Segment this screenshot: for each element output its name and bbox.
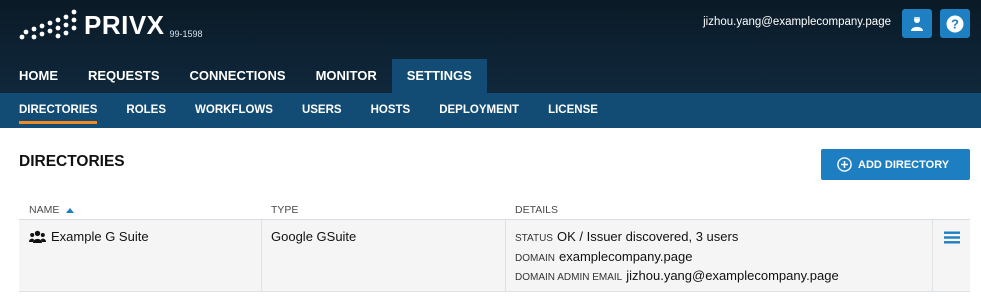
table-header: NAME TYPE DETAILS xyxy=(19,200,970,220)
page-title: DIRECTORIES xyxy=(19,153,125,170)
add-directory-label: ADD DIRECTORY xyxy=(858,158,950,171)
subtab-users[interactable]: USERS xyxy=(302,93,342,128)
sort-asc-icon xyxy=(66,207,75,213)
detail-domain: DOMAIN examplecompany.page xyxy=(515,248,932,268)
tab-connections[interactable]: CONNECTIONS xyxy=(175,59,301,93)
settings-sub-nav: DIRECTORIES ROLES WORKFLOWS USERS HOSTS … xyxy=(0,93,981,128)
directory-name: Example G Suite xyxy=(51,229,149,244)
tab-settings[interactable]: SETTINGS xyxy=(391,59,487,93)
user-icon xyxy=(911,16,923,31)
group-icon xyxy=(29,230,46,243)
tab-monitor[interactable]: MONITOR xyxy=(301,59,392,93)
detail-status-label: STATUS xyxy=(515,233,553,244)
user-profile-button[interactable] xyxy=(902,9,932,38)
privx-logo[interactable]: PRIVX 99-1598 xyxy=(19,8,203,40)
directories-table: NAME TYPE DETAILS Example G Suite Google… xyxy=(19,200,970,292)
plus-circle-icon xyxy=(837,157,852,172)
subtab-hosts[interactable]: HOSTS xyxy=(371,93,411,128)
cell-name: Example G Suite xyxy=(19,220,262,291)
column-header-name[interactable]: NAME xyxy=(19,200,262,219)
subtab-roles[interactable]: ROLES xyxy=(126,93,166,128)
detail-domain-value: examplecompany.page xyxy=(559,248,693,264)
main-content: DIRECTORIES ADD DIRECTORY NAME TYPE DETA… xyxy=(0,128,981,298)
row-menu-button[interactable] xyxy=(933,220,970,291)
column-header-details[interactable]: DETAILS xyxy=(506,200,558,219)
subtab-workflows[interactable]: WORKFLOWS xyxy=(195,93,273,128)
table-row[interactable]: Example G Suite Google GSuite STATUS OK /… xyxy=(19,220,970,292)
column-header-type[interactable]: TYPE xyxy=(262,200,506,219)
subtab-directories[interactable]: DIRECTORIES xyxy=(19,93,98,128)
subtab-license[interactable]: LICENSE xyxy=(548,93,598,128)
detail-status-value: OK / Issuer discovered, 3 users xyxy=(556,229,739,244)
user-email: jizhou.yang@examplecompany.page xyxy=(703,16,891,28)
help-icon: ? xyxy=(946,15,964,32)
subtab-deployment[interactable]: DEPLOYMENT xyxy=(439,93,519,128)
help-button[interactable]: ? xyxy=(940,9,970,38)
tab-home[interactable]: HOME xyxy=(0,59,73,93)
column-name-label: NAME xyxy=(29,203,60,216)
detail-admin-email-label: DOMAIN ADMIN EMAIL xyxy=(515,272,623,283)
cell-details: STATUS OK / Issuer discovered, 3 users DO… xyxy=(506,220,933,291)
detail-domain-label: DOMAIN xyxy=(515,252,555,264)
brand-version: 99-1598 xyxy=(169,29,203,39)
app-header: PRIVX 99-1598 jizhou.yang@examplecompany… xyxy=(0,0,981,93)
svg-text:?: ? xyxy=(951,16,959,31)
cell-type: Google GSuite xyxy=(262,220,506,291)
brand-name: PRIVX xyxy=(84,10,165,40)
privx-dots-logo-icon xyxy=(19,9,77,40)
detail-admin-email-value: jizhou.yang@examplecompany.page xyxy=(626,268,839,283)
detail-admin-email: DOMAIN ADMIN EMAIL jizhou.yang@examplecom… xyxy=(515,267,932,287)
tab-requests[interactable]: REQUESTS xyxy=(73,59,175,93)
add-directory-button[interactable]: ADD DIRECTORY xyxy=(821,149,970,180)
hamburger-menu-icon xyxy=(943,231,960,244)
main-nav: HOME REQUESTS CONNECTIONS MONITOR SETTIN… xyxy=(0,59,487,93)
detail-status: STATUS OK / Issuer discovered, 3 users xyxy=(515,228,932,248)
